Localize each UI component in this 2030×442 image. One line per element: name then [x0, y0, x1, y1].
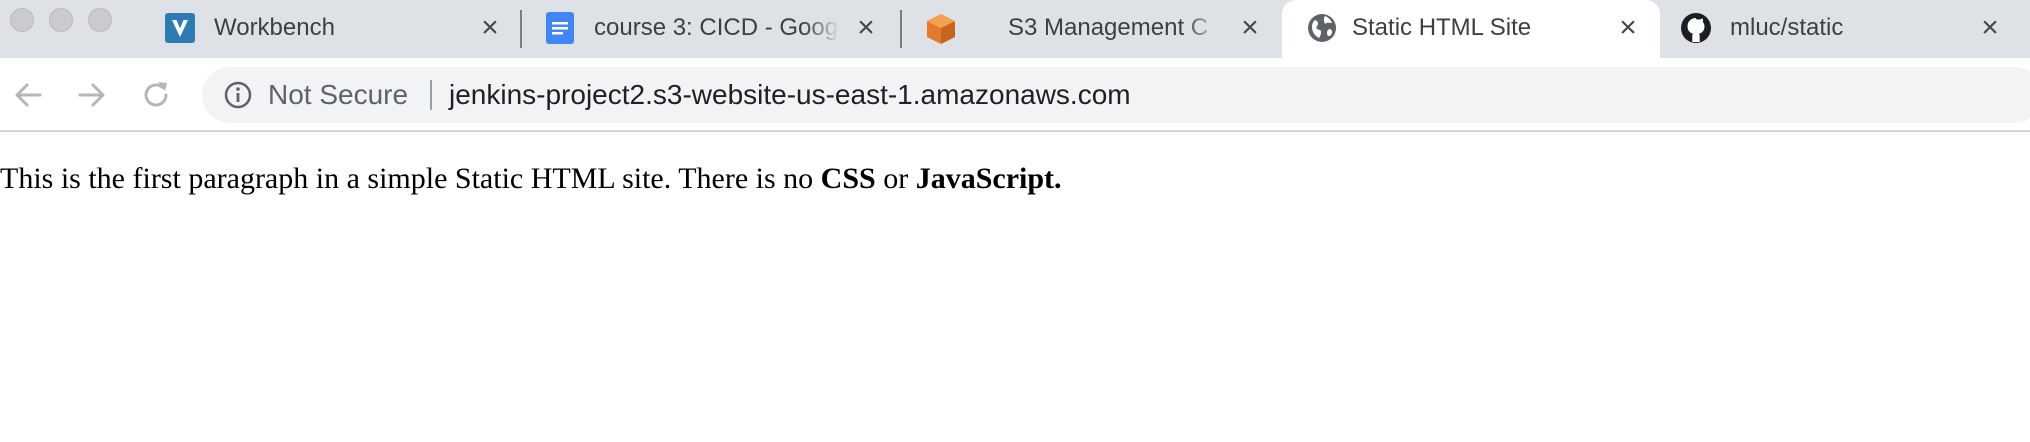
- v-app-icon: [164, 12, 196, 44]
- info-icon[interactable]: [222, 79, 254, 111]
- reload-icon[interactable]: [138, 77, 174, 113]
- browser-toolbar: Not Secure jenkins-project2.s3-website-u…: [0, 58, 2030, 132]
- forward-arrow-icon[interactable]: [74, 77, 110, 113]
- window-minimize-button[interactable]: [49, 8, 73, 32]
- tab-divider: [520, 10, 522, 48]
- title-fade: [1184, 10, 1226, 46]
- css-bold-text: CSS: [820, 162, 876, 195]
- close-icon[interactable]: ×: [1974, 12, 2006, 44]
- google-docs-icon: [544, 12, 576, 44]
- paragraph-or: or: [875, 162, 916, 195]
- close-icon[interactable]: ×: [474, 12, 506, 44]
- tab-divider: [900, 10, 902, 48]
- close-icon[interactable]: ×: [1234, 12, 1266, 44]
- window-zoom-button[interactable]: [88, 8, 112, 32]
- tab-s3-console[interactable]: S3 Management Console ×: [904, 0, 1282, 58]
- address-divider: [430, 80, 432, 110]
- javascript-bold-text: JavaScript.: [915, 162, 1062, 195]
- tab-title: Workbench: [214, 14, 335, 41]
- tab-workbench[interactable]: Workbench ×: [150, 0, 520, 58]
- paragraph-text: This is the first paragraph in a simple …: [0, 162, 821, 195]
- window-close-button[interactable]: [10, 8, 34, 32]
- close-icon[interactable]: ×: [850, 12, 882, 44]
- tab-strip: Workbench × course 3: CICD - Google Docs…: [0, 0, 2030, 58]
- url-text[interactable]: jenkins-project2.s3-website-us-east-1.am…: [449, 79, 1131, 111]
- globe-icon: [1306, 12, 1338, 44]
- tab-google-docs[interactable]: course 3: CICD - Google Docs ×: [524, 0, 900, 58]
- tab-title: S3 Management Console: [1008, 14, 1208, 41]
- title-fade: [804, 10, 846, 46]
- back-arrow-icon[interactable]: [10, 77, 46, 113]
- close-icon[interactable]: ×: [1612, 12, 1644, 44]
- tab-title: mluc/static: [1730, 14, 1844, 41]
- address-bar[interactable]: Not Secure jenkins-project2.s3-website-u…: [202, 67, 2030, 123]
- github-icon: [1680, 12, 1712, 44]
- page-paragraph: This is the first paragraph in a simple …: [0, 162, 2030, 196]
- tab-github-mluc-static[interactable]: mluc/static ×: [1660, 0, 2030, 58]
- tab-static-html-site[interactable]: Static HTML Site ×: [1282, 0, 1660, 58]
- aws-s3-icon: [924, 12, 956, 44]
- security-status-label[interactable]: Not Secure: [268, 79, 408, 111]
- tab-title: Static HTML Site: [1352, 14, 1532, 41]
